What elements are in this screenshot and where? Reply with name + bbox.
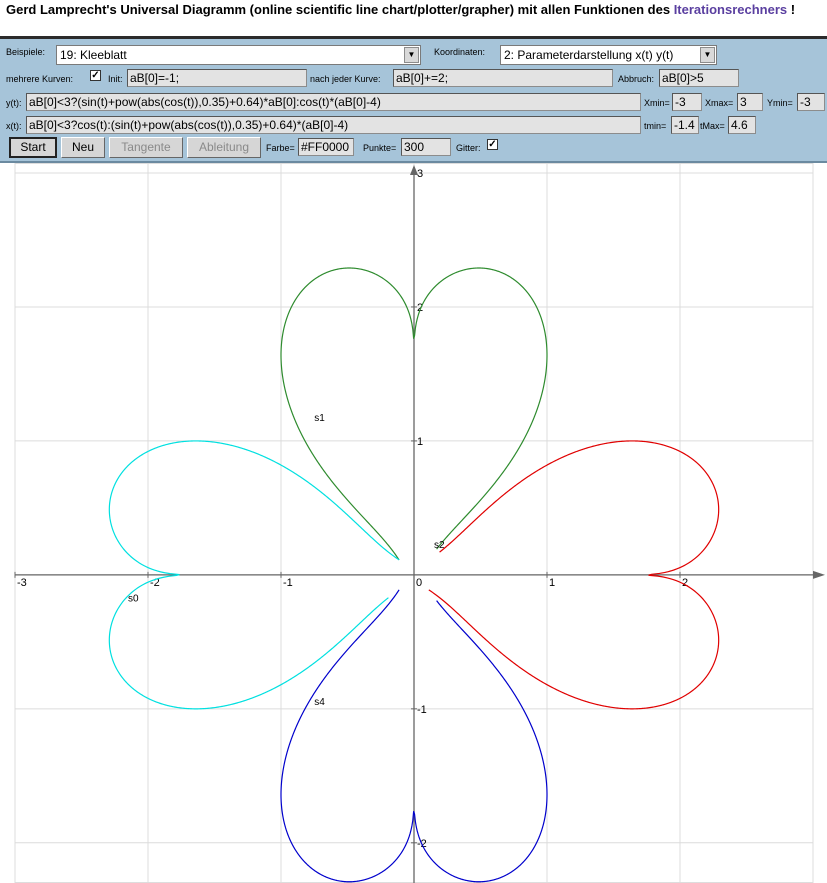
abort-input[interactable]: aB[0]>5 — [659, 69, 739, 87]
x-axis-arrow-icon — [813, 570, 825, 579]
init-input[interactable]: aB[0]=-1; — [127, 69, 307, 87]
tmin-input[interactable]: -1.4 — [671, 116, 699, 134]
x-tick-label: -1 — [283, 577, 293, 589]
multi-curves-label: mehrere Kurven: — [6, 74, 74, 84]
xmin-label: Xmin= — [644, 98, 670, 108]
coords-select[interactable]: 2: Parameterdarstellung x(t) y(t) ▼ — [500, 45, 717, 65]
examples-select[interactable]: 19: Kleeblatt ▼ — [56, 45, 421, 65]
tmin-label: tmin= — [644, 121, 667, 131]
plot-area[interactable]: -3 -2 -1 0 1 2-2-1123s0s1s2s4 — [0, 163, 827, 883]
examples-selected-value: 19: Kleeblatt — [60, 48, 127, 62]
curve-label: s4 — [314, 697, 325, 708]
control-panel: Beispiele: 19: Kleeblatt ▼ Koordinaten: 2… — [0, 36, 827, 163]
ymin-label: Ymin= — [767, 98, 793, 108]
chevron-down-icon: ▼ — [404, 47, 419, 63]
multi-curves-checkbox[interactable]: ✓ — [90, 70, 101, 81]
curve-label: s0 — [128, 594, 139, 605]
y-tick-label: -1 — [417, 704, 427, 716]
title-text: Gerd Lamprecht's Universal Diagramm (onl… — [6, 2, 674, 17]
points-label: Punkte= — [363, 143, 397, 153]
xmax-label: Xmax= — [705, 98, 734, 108]
x-tick-label: 1 — [549, 577, 555, 589]
title-suffix: ! — [787, 2, 796, 17]
chevron-down-icon: ▼ — [700, 47, 715, 63]
after-curve-input[interactable]: aB[0]+=2; — [393, 69, 613, 87]
tmax-label: tMax= — [700, 121, 725, 131]
grid-checkbox[interactable]: ✓ — [487, 139, 498, 150]
page-title: Gerd Lamprecht's Universal Diagramm (onl… — [6, 2, 795, 17]
new-button[interactable]: Neu — [61, 137, 105, 158]
xmax-input[interactable]: 3 — [737, 93, 763, 111]
xmin-input[interactable]: -3 — [672, 93, 702, 111]
tmax-input[interactable]: 4.6 — [728, 116, 756, 134]
y-formula-label: y(t): — [6, 98, 22, 108]
ymin-input[interactable]: -3 — [797, 93, 825, 111]
derivative-button[interactable]: Ableitung — [187, 137, 261, 158]
abort-label: Abbruch: — [618, 74, 655, 84]
y-tick-label: 3 — [417, 168, 423, 180]
x-formula-label: x(t): — [6, 121, 22, 131]
examples-label: Beispiele: — [6, 47, 46, 57]
x-tick-label: -3 — [17, 577, 27, 589]
coords-selected-value: 2: Parameterdarstellung x(t) y(t) — [504, 48, 674, 62]
x-tick-label: 2 — [682, 577, 688, 589]
start-button[interactable]: Start — [9, 137, 57, 158]
x-formula-input[interactable]: aB[0]<3?cos(t):(sin(t)+pow(abs(cos(t)),0… — [26, 116, 641, 134]
iterationsrechner-link[interactable]: Iterationsrechners — [674, 2, 787, 17]
y-tick-label: 1 — [417, 436, 423, 448]
points-input[interactable]: 300 — [401, 138, 451, 156]
x-tick-label: 0 — [416, 577, 422, 589]
color-input[interactable]: #FF0000 — [298, 138, 354, 156]
tangent-button[interactable]: Tangente — [109, 137, 183, 158]
init-label: Init: — [108, 74, 123, 84]
y-formula-input[interactable]: aB[0]<3?(sin(t)+pow(abs(cos(t)),0.35)+0.… — [26, 93, 641, 111]
curve-label: s1 — [314, 413, 325, 424]
after-curve-label: nach jeder Kurve: — [310, 74, 381, 84]
grid-label: Gitter: — [456, 143, 481, 153]
color-label: Farbe= — [266, 143, 295, 153]
coords-label: Koordinaten: — [434, 47, 486, 57]
